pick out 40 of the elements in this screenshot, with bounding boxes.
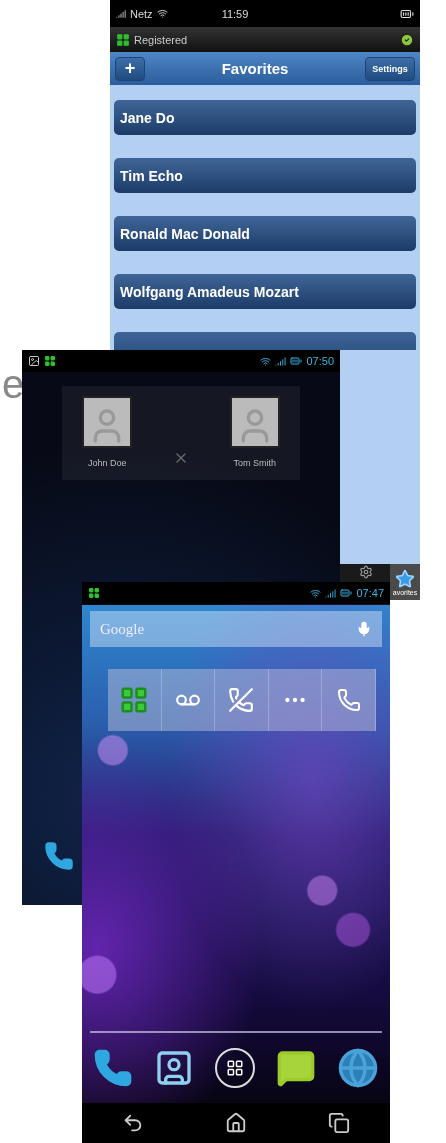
phone-icon[interactable] — [44, 841, 74, 871]
messages-icon[interactable] — [276, 1048, 317, 1088]
favorite-row[interactable]: Wolfgang Amadeus Mozart — [114, 274, 416, 309]
home-icon[interactable] — [225, 1112, 247, 1134]
screen-title: Favorites — [220, 60, 290, 77]
wifi-icon — [156, 8, 168, 19]
favorite-row[interactable]: Ronald Mac Donald — [114, 216, 416, 251]
contact-name: John Doe — [88, 458, 127, 468]
signal-icon — [116, 8, 126, 19]
settings-button[interactable]: Settings — [365, 56, 415, 81]
phone-icon[interactable] — [92, 1048, 133, 1088]
contact-avatar[interactable] — [229, 396, 280, 448]
signal-icon — [275, 355, 287, 367]
favorite-row[interactable]: Jane Do — [114, 100, 416, 135]
status-time: 11:59 — [221, 7, 249, 20]
grid-icon — [225, 1059, 244, 1077]
recents-icon[interactable] — [327, 1112, 350, 1134]
grid-icon — [116, 32, 130, 47]
settings-icon — [359, 565, 373, 579]
favorite-row[interactable]: Tim Echo — [114, 158, 416, 193]
grid-icon — [88, 587, 100, 599]
registration-status: Registered — [134, 33, 188, 46]
globe-icon[interactable] — [337, 1047, 380, 1089]
app-drawer-button[interactable] — [214, 1048, 255, 1088]
contact-avatar[interactable] — [82, 396, 133, 448]
add-button[interactable]: + — [115, 56, 145, 81]
status-time: 07:47 — [356, 587, 384, 599]
signal-icon — [325, 587, 337, 599]
heading-fragment: e — [2, 364, 25, 404]
grid-icon — [44, 355, 56, 367]
carrier-name: Netz — [130, 7, 153, 20]
battery-icon — [290, 355, 303, 367]
status-time: 07:50 — [306, 355, 334, 367]
wifi-icon — [260, 355, 272, 367]
picture-icon — [28, 355, 40, 367]
wifi-icon — [310, 587, 322, 599]
battery-icon — [340, 587, 353, 599]
star-icon — [395, 568, 415, 589]
contact-name: Tom Smith — [233, 458, 276, 468]
hang-up-icon[interactable] — [228, 687, 255, 713]
